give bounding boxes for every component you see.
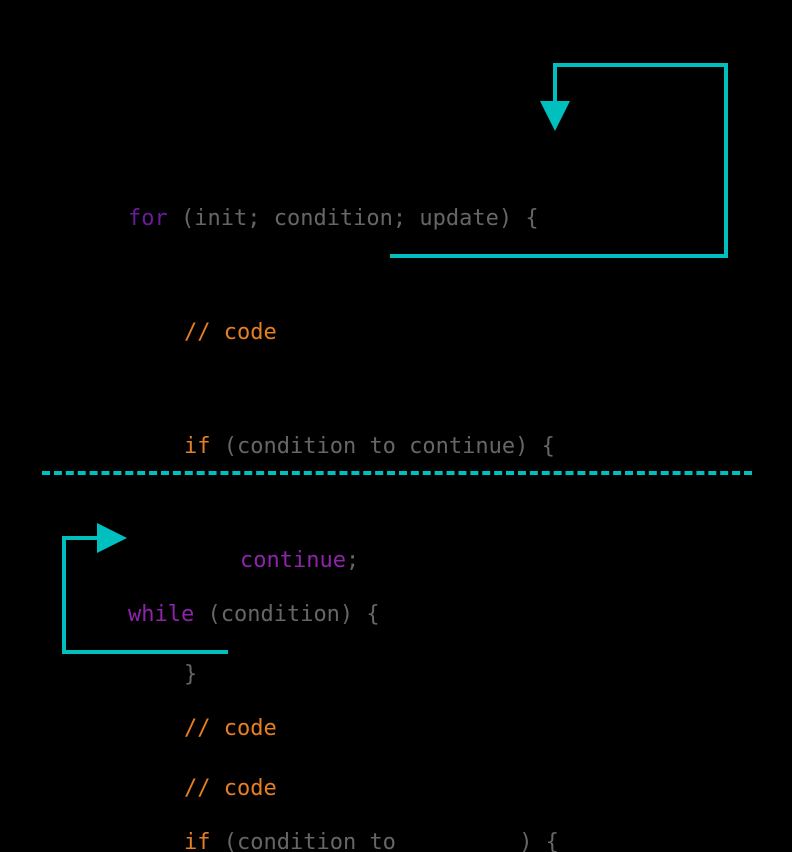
while-keyword: while (128, 602, 194, 627)
while-if-rest1: (condition to (211, 830, 410, 852)
while-comment-1: // code (184, 716, 277, 741)
for-keyword: for (128, 206, 168, 231)
while-if-keyword: if (184, 830, 211, 852)
for-header-line: for (init; condition; update) { (128, 200, 555, 238)
while-if-rest2: ) { (409, 830, 559, 852)
while-header-line: while (condition) { (128, 596, 559, 634)
for-if-rest: (condition to continue) { (211, 434, 555, 459)
section-divider (42, 471, 752, 475)
for-header-rest: (init; condition; update) { (168, 206, 539, 231)
for-if-keyword: if (184, 434, 211, 459)
while-header-rest: (condition) { (194, 602, 379, 627)
continue-diagram: for (init; condition; update) { // code … (0, 0, 792, 852)
for-comment-1: // code (184, 320, 277, 345)
while-loop-code: while (condition) { // code if (conditio… (128, 520, 559, 852)
